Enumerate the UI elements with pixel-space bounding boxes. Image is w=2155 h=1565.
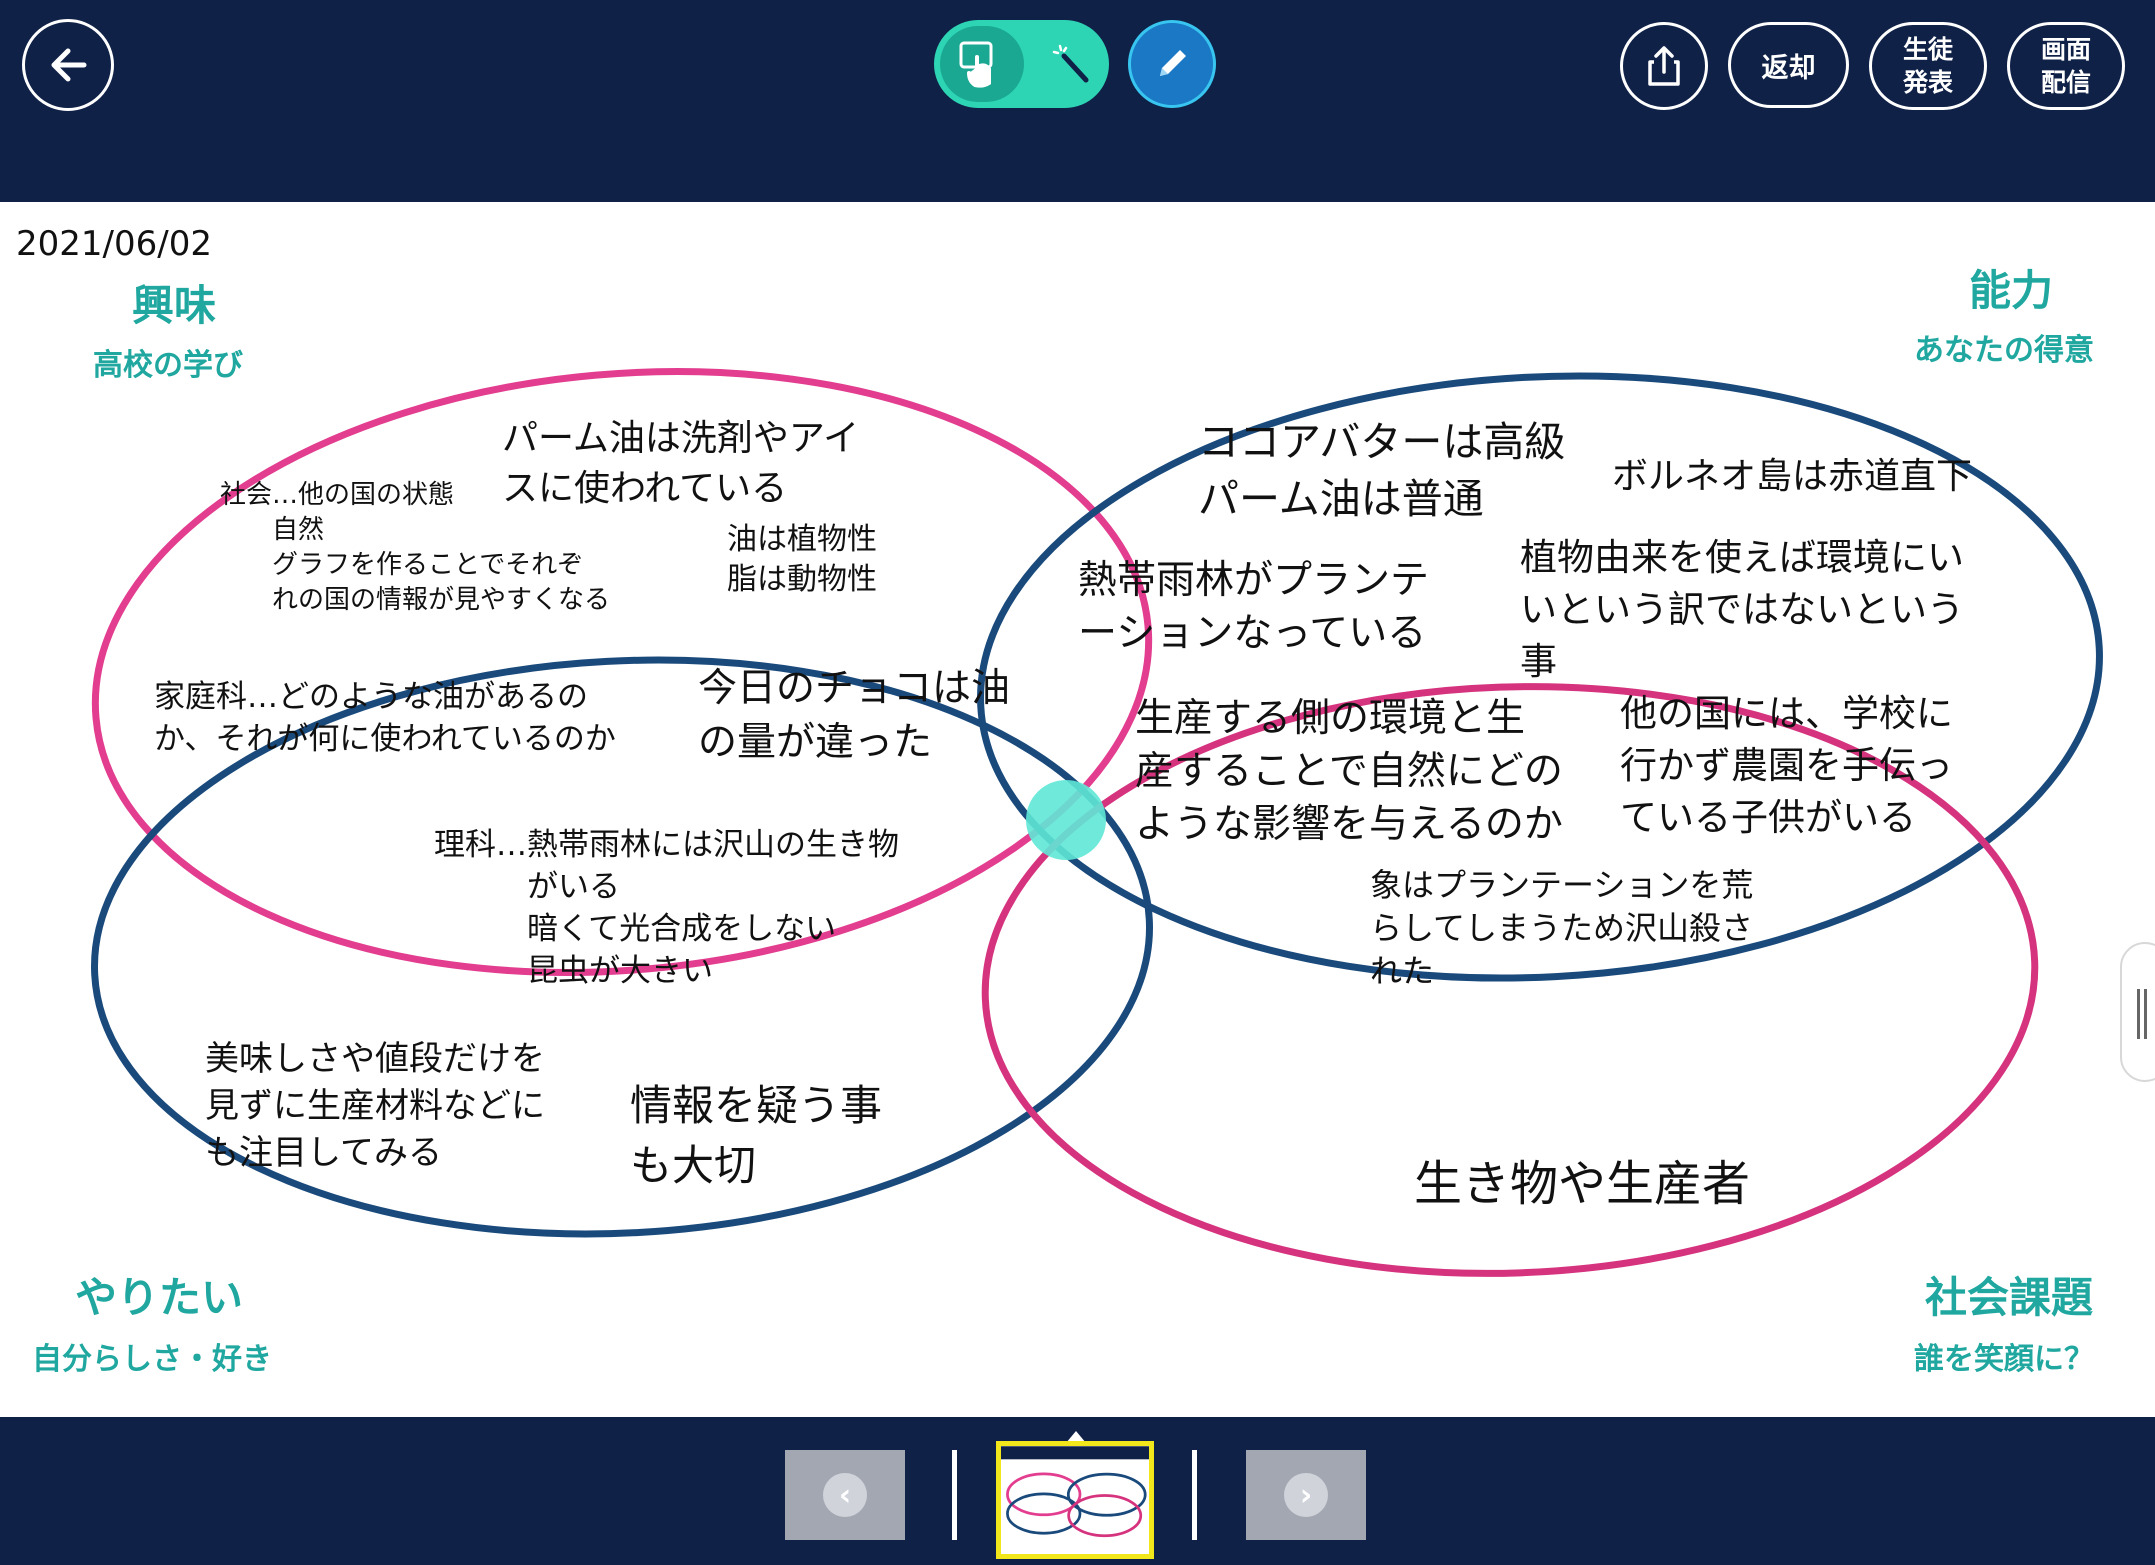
want-subtitle: 自分らしさ・好き [32, 1342, 272, 1377]
note-chocolate: 今日のチョコは油 の量が違った [698, 666, 1011, 765]
note-rainforest: 熱帯雨林がプランテ ーションなっている [1078, 558, 1430, 656]
share-icon [1648, 46, 1680, 86]
social-title: 社会課題 [1925, 1273, 2094, 1322]
page-thumbnail-1[interactable] [996, 1441, 1154, 1559]
touch-mode-option[interactable] [940, 26, 1024, 102]
note-home-ec: 家庭科…どのような油があるの か、それが何に使われているのか [154, 679, 616, 757]
note-plant-origin: 植物由来を使えば環境にい いという訳ではないという 事 [1520, 536, 1964, 683]
return-button[interactable]: 返却 [1728, 22, 1849, 108]
ability-subtitle: あなたの得意 [1914, 333, 2094, 368]
student-presentation-button[interactable]: 生徒 発表 [1869, 22, 1987, 110]
side-panel-handle[interactable] [2120, 942, 2155, 1082]
note-social-studies: 社会…他の国の状態 自然 グラフを作ることでそれぞ れの国の情報が見やすくなる [220, 480, 611, 615]
back-button[interactable] [22, 19, 114, 111]
want-title: やりたい [75, 1273, 244, 1322]
pen-tool-button[interactable] [1128, 20, 1216, 108]
share-button[interactable] [1620, 22, 1708, 110]
input-mode-toggle[interactable] [934, 20, 1109, 108]
note-doubt-info: 情報を疑う事 も大切 [630, 1081, 883, 1190]
note-oil-fat: 油は植物性 脂は動物性 [727, 522, 877, 597]
note-elephants: 象はプランテーションを荒 らしてしまうため沢山殺さ れた [1370, 866, 1754, 990]
center-highlight [1026, 780, 1106, 860]
interest-subtitle: 高校の学び [93, 348, 243, 383]
note-borneo: ボルネオ島は赤道直下 [1612, 456, 1973, 497]
divider [952, 1450, 957, 1540]
magic-wand-icon [1052, 44, 1089, 83]
screen-distribution-label: 画面 配信 [2040, 35, 2091, 97]
note-creatures: 生き物や生産者 [1414, 1156, 1751, 1212]
page-thumbnail-preview [1001, 1446, 1149, 1554]
student-presentation-label: 生徒 発表 [1902, 35, 1953, 97]
prev-page-button[interactable]: ‹ [785, 1450, 905, 1540]
magic-mode-option[interactable] [1044, 36, 1100, 92]
pencil-icon [1160, 50, 1186, 76]
next-page-button[interactable]: › [1246, 1450, 1366, 1540]
note-cocoa-butter: ココアバターは高級 パーム油は普通 [1198, 418, 1566, 523]
chevron-right-icon: › [1284, 1473, 1328, 1517]
social-subtitle: 誰を笑顔に？ [1914, 1342, 2094, 1377]
interest-title: 興味 [132, 281, 217, 330]
note-taste-price: 美味しさや値段だけを 見ずに生産材料などに も注目してみる [205, 1039, 545, 1173]
note-producer-env: 生産する側の環境と生 産することで自然にどの ような影響を与えるのか [1135, 696, 1563, 847]
date-text: 2021/06/02 [16, 224, 212, 264]
note-science: 理科…熱帯雨林には沢山の生き物 がいる 暗くて光合成をしない 昆虫が大きい [434, 827, 899, 989]
ability-title: 能力 [1969, 266, 2054, 315]
drag-grip-icon [2137, 989, 2147, 1039]
screen-distribution-button[interactable]: 画面 配信 [2007, 22, 2125, 110]
chevron-left-icon: ‹ [823, 1473, 867, 1517]
arrow-left-icon [51, 48, 87, 82]
note-children: 他の国には、学校に 行かず農園を手伝っ ている子供がいる [1620, 692, 1953, 839]
divider [1192, 1450, 1197, 1540]
whiteboard-canvas[interactable]: 2021/06/02 興味 高校の学び 能力 あなたの得意 やりたい 自分らしさ… [0, 202, 2155, 1417]
touch-hand-icon [959, 41, 993, 88]
